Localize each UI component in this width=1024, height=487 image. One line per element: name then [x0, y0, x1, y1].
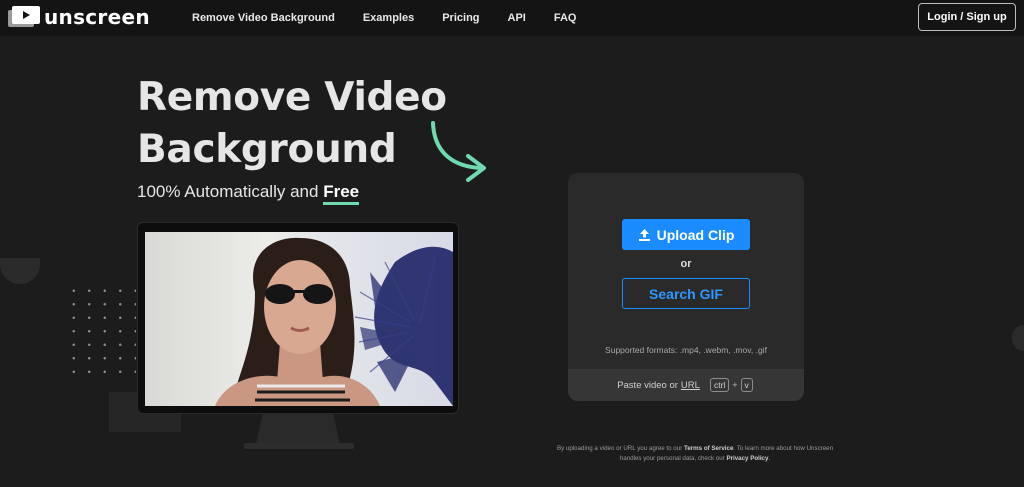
hero-title-line1: Remove Video: [137, 75, 447, 120]
monitor-stand-base: [244, 443, 354, 449]
monitor-preview: [137, 222, 459, 414]
brand-name: unscreen: [44, 5, 150, 29]
terms-notice: By uploading a video or URL you agree to…: [556, 444, 834, 464]
nav-pricing[interactable]: Pricing: [442, 12, 479, 24]
hero-subtitle-free: Free: [323, 182, 360, 205]
paste-url-bar[interactable]: Paste video or URL ctrl + v: [568, 369, 804, 401]
nav-links: Remove Video Background Examples Pricing…: [192, 0, 604, 36]
privacy-policy-link[interactable]: Privacy Policy: [726, 455, 768, 462]
curved-arrow-icon: [428, 118, 492, 184]
hero-title: Remove Video Background: [137, 72, 477, 176]
or-separator: or: [680, 258, 692, 270]
decorative-dot-grid: [66, 284, 136, 384]
upload-card: Upload Clip or Search GIF Supported form…: [568, 173, 804, 401]
hero-subtitle-text: 100% Automatically and: [137, 182, 319, 201]
decorative-edge-shape: [1012, 325, 1024, 351]
upload-clip-label: Upload Clip: [656, 226, 735, 243]
decorative-half-circle: [0, 258, 40, 284]
logo-icon: [8, 6, 40, 28]
top-navbar: unscreen Remove Video Background Example…: [0, 0, 1024, 36]
upload-clip-button[interactable]: Upload Clip: [622, 219, 750, 250]
nav-examples[interactable]: Examples: [363, 12, 414, 24]
login-signup-button[interactable]: Login / Sign up: [918, 3, 1016, 31]
search-gif-button[interactable]: Search GIF: [622, 278, 750, 309]
hero-title-line2: Background: [137, 127, 397, 172]
hero-subtitle: 100% Automatically and Free: [137, 182, 360, 205]
key-plus: +: [732, 380, 738, 390]
terms-text-3: .: [768, 455, 771, 462]
key-ctrl: ctrl: [709, 378, 730, 392]
nav-faq[interactable]: FAQ: [554, 12, 577, 24]
paste-text: Paste video or: [617, 379, 678, 391]
terms-text-1: By uploading a video or URL you agree to…: [556, 445, 683, 452]
monitor-stand: [256, 414, 340, 444]
key-v: v: [740, 378, 753, 392]
nav-api[interactable]: API: [508, 12, 526, 24]
nav-remove-video-background[interactable]: Remove Video Background: [192, 12, 335, 24]
brand-logo[interactable]: unscreen: [8, 6, 150, 28]
supported-formats-text: Supported formats: .mp4, .webm, .mov, .g…: [605, 345, 767, 355]
paste-url-link[interactable]: URL: [681, 380, 700, 391]
terms-of-service-link[interactable]: Terms of Service: [684, 445, 733, 452]
demo-video-frame: [145, 232, 453, 406]
upload-icon: [638, 229, 650, 241]
